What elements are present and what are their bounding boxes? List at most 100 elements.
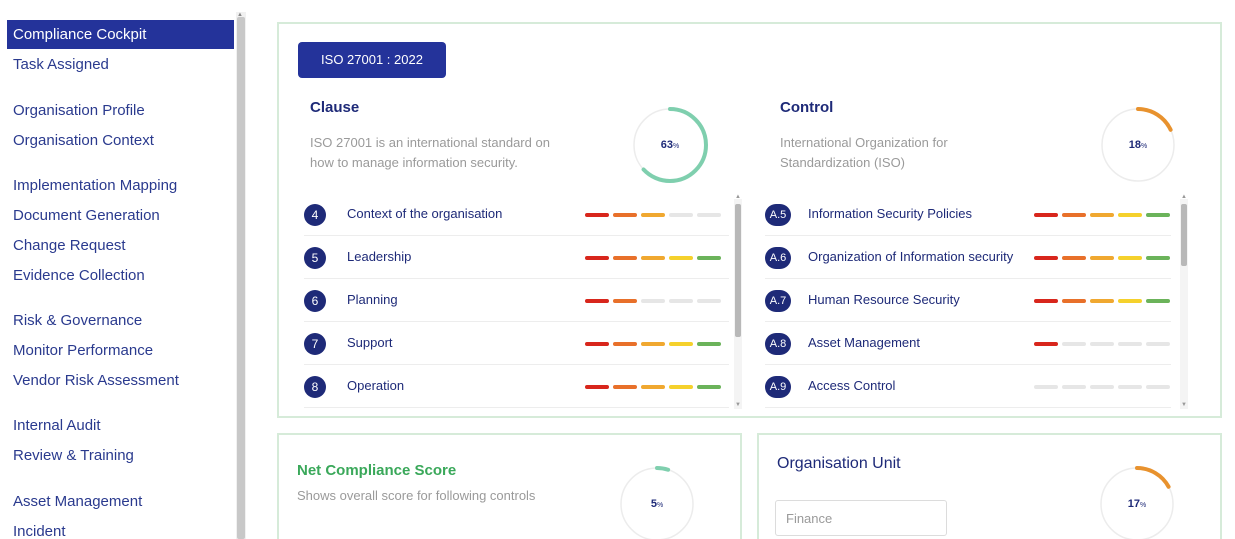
clause-scrollbar-thumb[interactable] — [735, 204, 741, 337]
clause-progress-unit: % — [673, 143, 680, 150]
control-scroll-down-icon[interactable]: ▼ — [1181, 402, 1187, 408]
maturity-bar-segment — [1034, 256, 1058, 260]
sidebar-item-change-request[interactable]: Change Request — [7, 231, 234, 260]
control-number-badge: A.6 — [765, 247, 791, 269]
control-scrollbar-thumb[interactable] — [1181, 204, 1187, 266]
sidebar-item-document-generation[interactable]: Document Generation — [7, 201, 234, 230]
control-row[interactable]: A.9 Access Control — [765, 366, 1171, 408]
control-number-badge: A.8 — [765, 333, 791, 355]
clause-list: 4 Context of the organisation 5 Leadersh… — [304, 194, 729, 408]
maturity-bar-segment — [697, 213, 721, 217]
clause-row[interactable]: 8 Operation — [304, 366, 729, 408]
maturity-bar-segment — [1118, 256, 1142, 260]
clause-number-badge: 8 — [304, 376, 326, 398]
clause-description-line1: ISO 27001 is an international standard o… — [310, 135, 550, 150]
control-row[interactable]: A.5 Information Security Policies — [765, 194, 1171, 236]
sidebar-scrollbar-thumb[interactable] — [237, 17, 245, 539]
maturity-bar-segment — [585, 385, 609, 389]
clause-row[interactable]: 6 Planning — [304, 280, 729, 322]
maturity-bar-segment — [1062, 342, 1086, 346]
control-maturity-bars — [1034, 342, 1173, 346]
sidebar-item-task-assigned[interactable]: Task Assigned — [7, 50, 234, 79]
sidebar-item-asset-management[interactable]: Asset Management — [7, 487, 234, 516]
organisation-unit-progress-value: 17 — [1127, 498, 1140, 510]
sidebar-item-incident[interactable]: Incident — [7, 517, 234, 539]
clause-row-label: Support — [347, 335, 393, 350]
sidebar-item-monitor-performance[interactable]: Monitor Performance — [7, 336, 234, 365]
maturity-bar-segment — [1146, 213, 1170, 217]
control-description-line2: Standardization (ISO) — [780, 155, 906, 170]
organisation-unit-title: Organisation Unit — [777, 455, 901, 472]
clause-scroll-down-icon[interactable]: ▼ — [735, 402, 741, 408]
clause-scroll-up-icon[interactable]: ▲ — [735, 194, 741, 200]
maturity-bar-segment — [613, 342, 637, 346]
organisation-unit-progress-ring: 17% — [1097, 464, 1177, 539]
sidebar-item-internal-audit[interactable]: Internal Audit — [7, 411, 234, 440]
net-compliance-description: Shows overall score for following contro… — [297, 488, 536, 503]
sidebar-item-review-training[interactable]: Review & Training — [7, 441, 234, 470]
maturity-bar-segment — [697, 256, 721, 260]
maturity-bar-segment — [1090, 213, 1114, 217]
standard-badge-button[interactable]: ISO 27001 : 2022 — [298, 42, 446, 78]
maturity-bar-segment — [613, 385, 637, 389]
maturity-bar-segment — [641, 299, 665, 303]
control-row[interactable]: A.6 Organization of Information security — [765, 237, 1171, 279]
sidebar-item-risk-governance[interactable]: Risk & Governance — [7, 306, 234, 335]
control-row-label: Organization of Information security — [808, 249, 1014, 264]
clause-progress-ring: 63% — [630, 105, 710, 185]
maturity-bar-segment — [669, 385, 693, 389]
sidebar: Compliance Cockpit Task Assigned Organis… — [0, 0, 248, 539]
sidebar-item-evidence-collection[interactable]: Evidence Collection — [7, 261, 234, 290]
sidebar-item-vendor-risk-assessment[interactable]: Vendor Risk Assessment — [7, 366, 234, 395]
control-list: A.5 Information Security Policies A.6 Or… — [765, 194, 1173, 408]
maturity-bar-segment — [1090, 256, 1114, 260]
organisation-unit-input[interactable] — [775, 500, 947, 536]
overview-panel: ISO 27001 : 2022 Clause ISO 27001 is an … — [277, 22, 1222, 418]
maturity-bar-segment — [1062, 213, 1086, 217]
maturity-bar-segment — [1146, 299, 1170, 303]
clause-title: Clause — [310, 99, 360, 116]
sidebar-item-compliance-cockpit[interactable]: Compliance Cockpit — [7, 20, 234, 49]
clause-row-label: Operation — [347, 378, 405, 393]
clause-row[interactable]: 5 Leadership — [304, 237, 729, 279]
maturity-bar-segment — [585, 213, 609, 217]
clause-number-badge: 5 — [304, 247, 326, 269]
maturity-bar-segment — [1118, 299, 1142, 303]
control-description-line1: International Organization for — [780, 135, 948, 150]
sidebar-item-organisation-profile[interactable]: Organisation Profile — [7, 96, 234, 125]
control-row[interactable]: A.7 Human Resource Security — [765, 280, 1171, 322]
clause-description: ISO 27001 is an international standard o… — [310, 133, 550, 173]
maturity-bar-segment — [1034, 342, 1058, 346]
maturity-bar-segment — [585, 342, 609, 346]
clause-description-line2: how to manage information security. — [310, 155, 518, 170]
clause-row[interactable]: 4 Context of the organisation — [304, 194, 729, 236]
clause-maturity-bars — [585, 213, 725, 217]
control-maturity-bars — [1034, 256, 1173, 260]
control-row-label: Access Control — [808, 378, 896, 393]
control-row-label: Information Security Policies — [808, 206, 973, 221]
control-progress-label: 18% — [1098, 105, 1178, 185]
control-row[interactable]: A.8 Asset Management — [765, 323, 1171, 365]
maturity-bar-segment — [613, 213, 637, 217]
maturity-bar-segment — [1090, 385, 1114, 389]
control-progress-unit: % — [1141, 143, 1148, 150]
organisation-unit-panel: Organisation Unit 17% — [757, 433, 1222, 539]
control-number-badge: A.9 — [765, 376, 791, 398]
organisation-unit-progress-label: 17% — [1097, 464, 1177, 539]
clause-maturity-bars — [585, 385, 725, 389]
maturity-bar-segment — [641, 256, 665, 260]
scroll-up-arrow-icon[interactable]: ▲ — [237, 12, 243, 18]
control-number-badge: A.7 — [765, 290, 791, 312]
sidebar-item-implementation-mapping[interactable]: Implementation Mapping — [7, 171, 234, 200]
control-maturity-bars — [1034, 299, 1173, 303]
control-title: Control — [780, 99, 834, 116]
clause-row[interactable]: 7 Support — [304, 323, 729, 365]
control-progress-value: 18 — [1128, 139, 1141, 151]
clause-row-label: Context of the organisation — [347, 206, 503, 221]
maturity-bar-segment — [1062, 385, 1086, 389]
maturity-bar-segment — [641, 213, 665, 217]
maturity-bar-segment — [1034, 299, 1058, 303]
control-scroll-up-icon[interactable]: ▲ — [1181, 194, 1187, 200]
maturity-bar-segment — [1090, 299, 1114, 303]
sidebar-item-organisation-context[interactable]: Organisation Context — [7, 126, 234, 155]
